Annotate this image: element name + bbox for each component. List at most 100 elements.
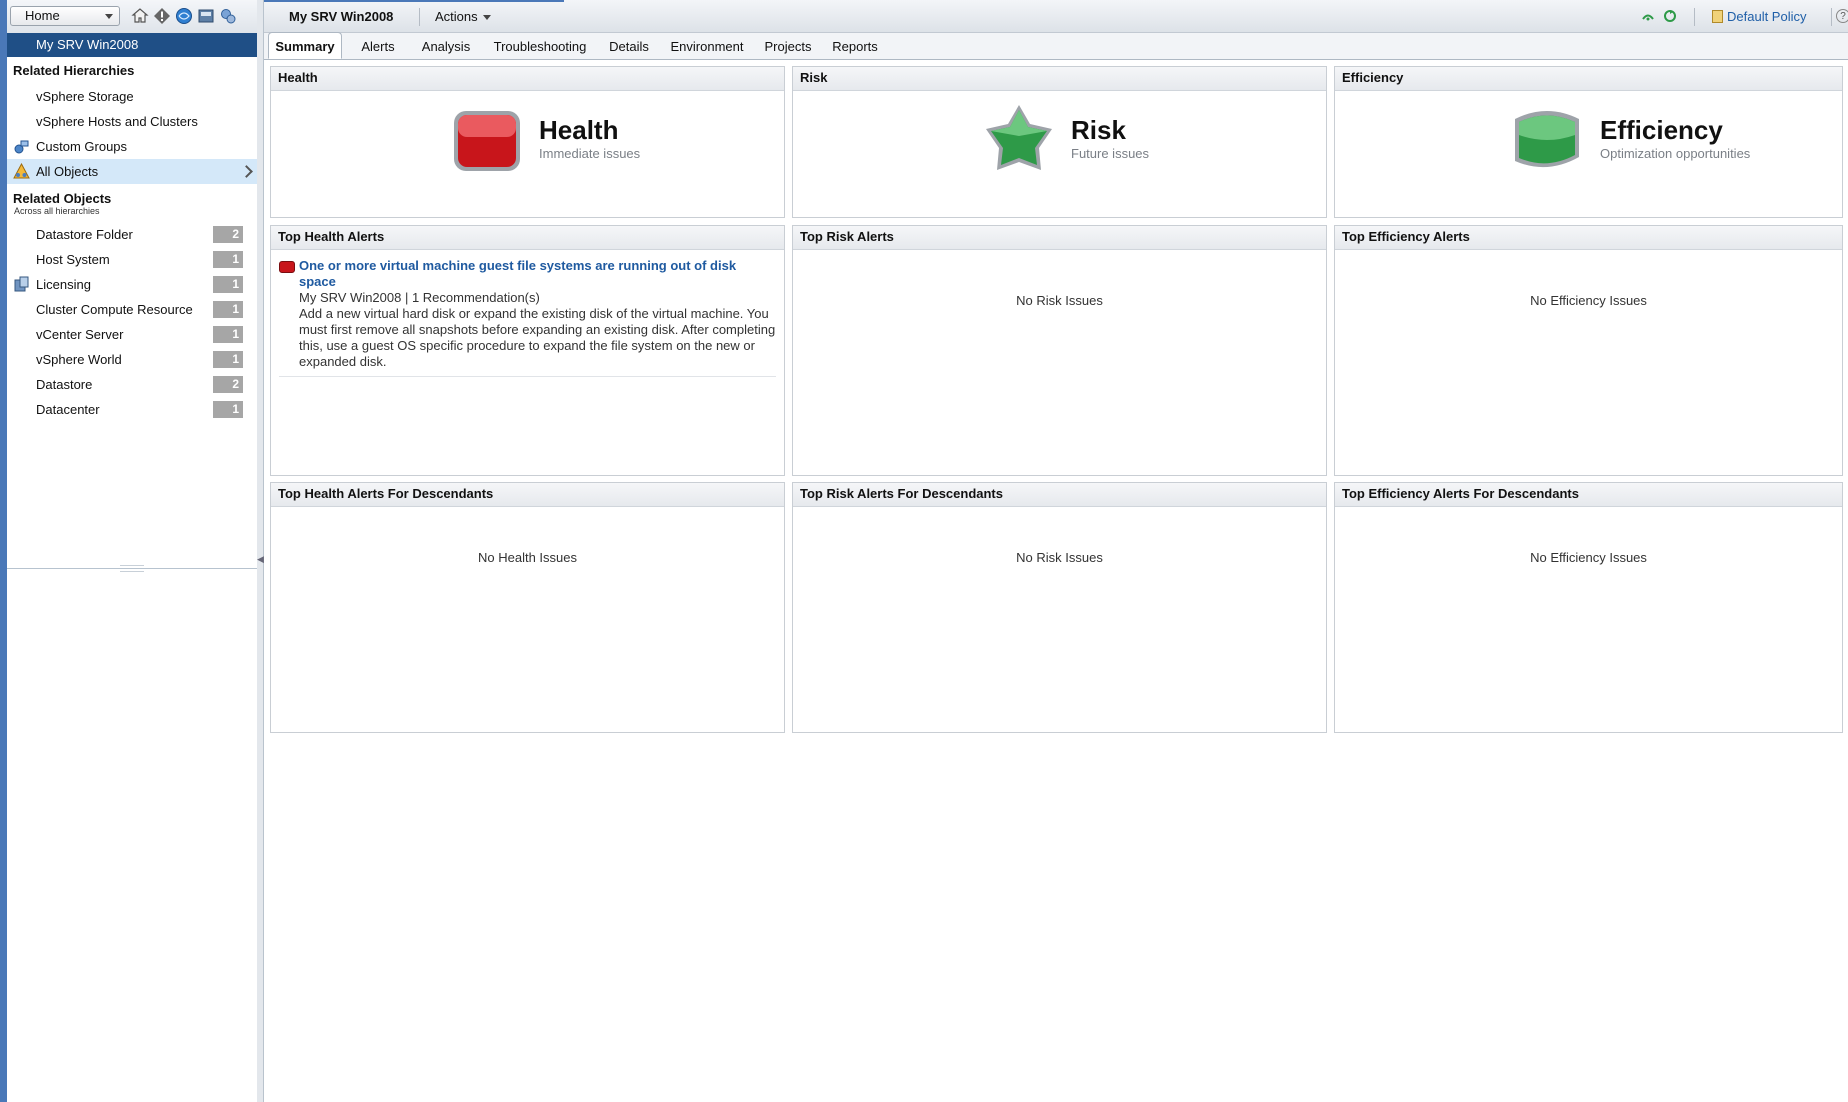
object-header: My SRV Win2008 Actions Default Policy ? xyxy=(264,0,1848,33)
environment-icon[interactable] xyxy=(175,7,193,25)
header-divider xyxy=(1694,8,1695,26)
empty-message: No Risk Issues xyxy=(1016,550,1103,565)
efficiency-label: Efficiency xyxy=(1600,115,1723,145)
risk-descendant-alerts-panel: Top Risk Alerts For Descendants No Risk … xyxy=(792,482,1327,733)
related-object-datacenter[interactable]: Datacenter 1 xyxy=(7,397,257,422)
related-object-cluster-compute-resource[interactable]: Cluster Compute Resource 1 xyxy=(7,297,257,322)
help-icon[interactable]: ? xyxy=(1836,9,1848,23)
selected-object[interactable]: My SRV Win2008 xyxy=(7,33,257,57)
related-object-datastore-folder[interactable]: Datastore Folder 2 xyxy=(7,222,257,247)
related-object-label: vSphere World xyxy=(36,352,122,367)
tab-analysis[interactable]: Analysis xyxy=(414,33,478,59)
hierarchy-item-custom-groups[interactable]: Custom Groups xyxy=(7,134,257,159)
count-badge: 1 xyxy=(213,326,243,343)
tab-troubleshooting[interactable]: Troubleshooting xyxy=(486,33,594,59)
efficiency-sub-label: Optimization opportunities xyxy=(1600,146,1751,161)
panel-title: Top Risk Alerts For Descendants xyxy=(793,483,1326,507)
related-object-label: Licensing xyxy=(36,277,91,292)
navigation-toolbar: Home xyxy=(7,0,257,34)
dashboard-icon[interactable] xyxy=(197,7,215,25)
hierarchy-item-all-objects[interactable]: All Objects xyxy=(7,159,257,184)
efficiency-badge-icon[interactable] xyxy=(1511,105,1583,177)
header-accent-line xyxy=(264,0,564,2)
chevron-down-icon xyxy=(105,14,113,19)
alerts-icon[interactable] xyxy=(153,7,171,25)
count-badge: 1 xyxy=(213,401,243,418)
home-select-value: Home xyxy=(25,8,60,23)
actions-menu-button[interactable]: Actions xyxy=(435,9,491,24)
splitter-handle[interactable] xyxy=(120,565,144,572)
top-health-alerts-panel: Top Health Alerts One or more virtual ma… xyxy=(270,225,785,476)
health-label: Health xyxy=(539,115,619,145)
tab-summary[interactable]: Summary xyxy=(268,32,342,59)
count-badge: 1 xyxy=(213,301,243,318)
related-object-datastore[interactable]: Datastore 2 xyxy=(7,372,257,397)
empty-message: No Efficiency Issues xyxy=(1530,550,1647,565)
tab-environment[interactable]: Environment xyxy=(664,33,750,59)
health-sub-label: Immediate issues xyxy=(539,146,641,161)
count-badge: 1 xyxy=(213,251,243,268)
panel-title: Health xyxy=(271,67,784,91)
count-badge: 1 xyxy=(213,276,243,293)
administration-icon[interactable] xyxy=(219,7,237,25)
tab-bar: Summary Alerts Analysis Troubleshooting … xyxy=(264,32,1848,60)
panel-title: Top Health Alerts xyxy=(271,226,784,250)
related-object-label: Datastore Folder xyxy=(36,227,133,242)
empty-message: No Health Issues xyxy=(478,550,577,565)
related-object-vcenter-server[interactable]: vCenter Server 1 xyxy=(7,322,257,347)
hierarchy-item-label: All Objects xyxy=(36,164,99,179)
related-hierarchies-title: Related Hierarchies xyxy=(13,63,135,78)
alert-recommendation: Add a new virtual hard disk or expand th… xyxy=(299,306,776,369)
top-risk-alerts-panel: Top Risk Alerts No Risk Issues xyxy=(792,225,1327,476)
tab-projects[interactable]: Projects xyxy=(758,33,818,59)
health-badge-icon[interactable] xyxy=(451,105,523,177)
policy-label: Default Policy xyxy=(1727,9,1807,24)
risk-badge-icon[interactable] xyxy=(983,102,1055,174)
hierarchy-item-vsphere-storage[interactable]: vSphere Storage xyxy=(7,84,257,109)
panel-title: Top Efficiency Alerts For Descendants xyxy=(1335,483,1842,507)
count-badge: 2 xyxy=(213,226,243,243)
risk-panel: Risk Risk Future issues xyxy=(792,66,1327,218)
empty-message: No Risk Issues xyxy=(1016,293,1103,308)
hierarchy-item-label: vSphere Storage xyxy=(36,89,134,104)
alert-title-link[interactable]: One or more virtual machine guest file s… xyxy=(299,258,776,290)
related-object-vsphere-world[interactable]: vSphere World 1 xyxy=(7,347,257,372)
chevron-right-icon xyxy=(240,165,253,178)
panel-title: Top Health Alerts For Descendants xyxy=(271,483,784,507)
hierarchy-item-label: Custom Groups xyxy=(36,139,128,154)
related-objects-subtitle: Across all hierarchies xyxy=(14,206,100,216)
related-object-label: Datastore xyxy=(36,377,93,392)
navigation-panel: Home My SRV Win2008 Related Hierarchies … xyxy=(0,0,258,1102)
default-policy-link[interactable]: Default Policy xyxy=(1712,9,1806,24)
tab-reports[interactable]: Reports xyxy=(826,33,884,59)
signal-icon[interactable] xyxy=(1641,9,1655,23)
chevron-down-icon xyxy=(482,15,491,21)
hierarchy-item-label: vSphere Hosts and Clusters xyxy=(36,114,198,129)
alert-item[interactable]: One or more virtual machine guest file s… xyxy=(279,258,776,377)
home-select[interactable]: Home xyxy=(10,6,120,26)
header-divider xyxy=(419,8,420,26)
related-object-label: Datacenter xyxy=(36,402,100,417)
risk-sub-label: Future issues xyxy=(1071,146,1150,161)
related-object-label: vCenter Server xyxy=(36,327,124,342)
home-icon[interactable] xyxy=(131,7,149,25)
health-alert-icon xyxy=(279,261,295,273)
related-object-label: Host System xyxy=(36,252,110,267)
panel-accent-bar xyxy=(0,0,7,1102)
tab-details[interactable]: Details xyxy=(602,33,656,59)
health-descendant-alerts-panel: Top Health Alerts For Descendants No Hea… xyxy=(270,482,785,733)
panel-title: Top Risk Alerts xyxy=(793,226,1326,250)
all-objects-icon xyxy=(13,163,30,179)
licensing-icon xyxy=(14,276,29,292)
object-title: My SRV Win2008 xyxy=(289,9,394,24)
related-object-licensing[interactable]: Licensing 1 xyxy=(7,272,257,297)
panel-title: Top Efficiency Alerts xyxy=(1335,226,1842,250)
refresh-icon[interactable] xyxy=(1663,9,1677,23)
tab-alerts[interactable]: Alerts xyxy=(350,33,406,59)
hierarchy-item-vsphere-hosts-and-clusters[interactable]: vSphere Hosts and Clusters xyxy=(7,109,257,134)
related-objects-title: Related Objects xyxy=(13,191,112,206)
collapse-arrow-icon[interactable]: ◀ xyxy=(257,551,264,567)
policy-icon xyxy=(1712,10,1723,23)
related-object-host-system[interactable]: Host System 1 xyxy=(7,247,257,272)
count-badge: 2 xyxy=(213,376,243,393)
